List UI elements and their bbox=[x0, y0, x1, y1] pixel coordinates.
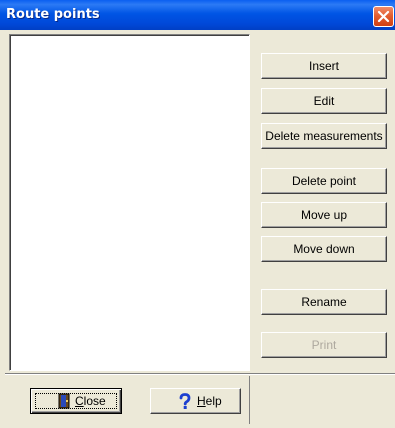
help-button-label: Help bbox=[197, 389, 222, 413]
route-points-dialog: Route points Insert Edit Delete measurem… bbox=[0, 0, 395, 428]
help-mnemonic: H bbox=[197, 394, 206, 408]
close-button[interactable]: Close bbox=[30, 388, 122, 414]
dialog-client-area: Insert Edit Delete measurements Delete p… bbox=[5, 30, 395, 428]
close-mnemonic: C bbox=[75, 394, 84, 408]
window-close-button[interactable] bbox=[373, 6, 394, 27]
delete-measurements-button[interactable]: Delete measurements bbox=[261, 123, 387, 149]
window-title: Route points bbox=[6, 7, 100, 22]
delete-point-button[interactable]: Delete point bbox=[261, 168, 387, 194]
door-icon bbox=[58, 393, 70, 409]
edit-button[interactable]: Edit bbox=[261, 88, 387, 114]
bottom-button-panel: Close Help bbox=[9, 376, 250, 424]
move-down-button[interactable]: Move down bbox=[261, 236, 387, 262]
close-label-rest: lose bbox=[83, 394, 106, 408]
move-up-button[interactable]: Move up bbox=[261, 202, 387, 228]
rename-button[interactable]: Rename bbox=[261, 289, 387, 315]
title-bar[interactable]: Route points bbox=[0, 0, 395, 30]
route-points-list[interactable] bbox=[9, 34, 250, 371]
print-button[interactable]: Print bbox=[261, 332, 387, 358]
bottom-divider bbox=[5, 373, 395, 375]
insert-button[interactable]: Insert bbox=[261, 53, 387, 79]
close-icon bbox=[377, 10, 390, 23]
close-button-label: Close bbox=[75, 389, 106, 413]
question-mark-icon bbox=[179, 393, 191, 409]
help-button[interactable]: Help bbox=[150, 388, 241, 414]
help-label-rest: elp bbox=[205, 394, 222, 408]
